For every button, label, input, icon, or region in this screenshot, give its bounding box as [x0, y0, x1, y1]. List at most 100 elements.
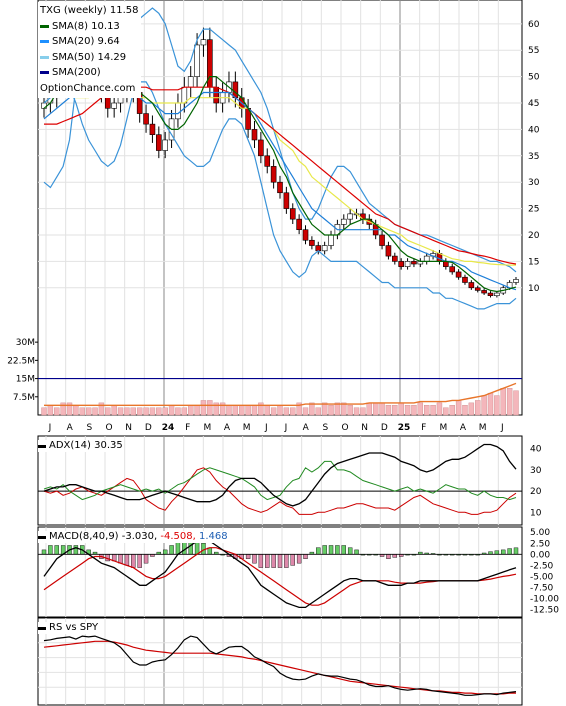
volume-bar — [181, 407, 188, 416]
macd-histogram-bar — [494, 550, 500, 555]
rs-legend: RS vs SPY — [38, 622, 99, 634]
volume-bar — [200, 400, 207, 416]
volume-bar — [443, 407, 449, 416]
volume-bar — [277, 405, 283, 416]
legend-label: SMA(50) 14.29 — [52, 51, 127, 63]
candle-body — [455, 271, 462, 278]
legend-swatch — [40, 40, 49, 44]
price-tick-label: 30 — [528, 178, 540, 188]
volume-bar — [487, 392, 494, 416]
candle-body — [379, 234, 385, 246]
legend-item-sma8: SMA(8) 10.13 — [40, 19, 138, 35]
adx-legend: ADX(14) 30.35 — [38, 440, 123, 452]
legend-item-sma50: SMA(50) 14.29 — [40, 50, 138, 66]
candle-body — [194, 44, 200, 77]
macd-histogram-bar — [245, 554, 251, 559]
volume-bar — [232, 405, 239, 416]
volume-bar — [449, 405, 455, 416]
macd-histogram-bar — [252, 554, 257, 564]
volume-bar — [462, 405, 468, 416]
candle-body — [162, 139, 168, 151]
macd-tick-label: -5.00 — [530, 572, 554, 582]
x-tick-label: J — [284, 423, 288, 433]
volume-average-line — [44, 382, 517, 406]
volume-bar — [424, 405, 430, 416]
price-tick-label: 50 — [528, 73, 540, 83]
candle-body — [423, 255, 430, 262]
legend-swatch — [40, 55, 49, 59]
candle-body — [347, 213, 353, 220]
volume-bar — [315, 407, 321, 416]
volume-bar — [168, 405, 175, 416]
candle-body — [213, 86, 220, 104]
candle-body — [258, 139, 264, 157]
volume-bar — [455, 400, 462, 416]
candle-body — [481, 290, 487, 294]
sma200-line — [44, 86, 517, 265]
macd-histogram-bar — [175, 540, 181, 555]
volume-bar — [245, 405, 251, 416]
legend-item-sma20: SMA(20) 9.64 — [40, 34, 138, 50]
volume-bar — [207, 400, 213, 416]
candle-body — [289, 208, 296, 220]
adx-line — [43, 443, 517, 507]
price-legend: TXG (weekly) 11.58 SMA(8) 10.13 SMA(20) … — [38, 2, 142, 98]
macd-histogram-bar — [124, 554, 130, 566]
price-tick-label: 45 — [528, 99, 539, 109]
candle-body — [404, 261, 411, 267]
macd-histogram-bar — [341, 545, 346, 555]
x-tick-label: N — [361, 423, 368, 433]
volume-bar — [79, 407, 85, 416]
price-tick-label: 60 — [528, 20, 540, 30]
rs-label: RS vs SPY — [49, 622, 99, 633]
legend-label: SMA(8) 10.13 — [52, 20, 120, 32]
candle-body — [411, 261, 417, 265]
macd-histogram-bar — [347, 547, 353, 555]
candle-body — [302, 229, 309, 241]
candle-body — [187, 76, 194, 88]
x-tick-label: S — [86, 423, 92, 433]
volume-bar — [385, 405, 392, 416]
adx-tick-label: 40 — [530, 445, 542, 455]
candle-body — [385, 245, 392, 257]
legend-swatch — [38, 535, 46, 539]
volume-bar — [302, 407, 309, 416]
legend-label: SMA(200) — [52, 67, 101, 78]
candle-body — [149, 123, 156, 135]
volume-bar — [430, 405, 436, 416]
macd-histogram-bar — [354, 549, 359, 555]
x-tick-label: 25 — [398, 423, 411, 433]
candle-body — [398, 261, 404, 267]
x-tick-label: M — [439, 423, 447, 433]
adx-tick-label: 30 — [530, 466, 542, 476]
candle-body — [283, 192, 290, 209]
volume-bar — [290, 407, 296, 416]
macd-histogram-bar — [501, 549, 506, 555]
volume-bar — [328, 405, 334, 416]
x-tick-label: N — [125, 423, 132, 433]
volume-bar — [251, 405, 258, 416]
x-tick-label: A — [67, 423, 74, 433]
volume-bar — [124, 407, 130, 416]
volume-bar — [73, 405, 79, 416]
volume-tick-label: 7.5M — [13, 393, 35, 403]
candle-body — [474, 287, 481, 291]
x-tick-label: A — [460, 423, 467, 433]
volume-bar — [379, 402, 385, 416]
volume-bar — [404, 405, 411, 416]
volume-bar — [264, 405, 270, 416]
price-tick-label: 20 — [528, 231, 540, 241]
volume-bar — [347, 405, 353, 416]
volume-bar — [149, 407, 156, 416]
candle-body — [487, 292, 494, 296]
sma50-line — [75, 91, 516, 266]
candle-body — [296, 218, 302, 231]
price-tick-label: 55 — [528, 46, 539, 56]
volume-tick-label: 15M — [16, 375, 35, 385]
rs-line — [43, 635, 517, 696]
volume-bar — [436, 402, 443, 416]
volume-bar — [475, 400, 481, 416]
macd-tick-label: 5.00 — [530, 528, 550, 538]
volume-bar — [239, 405, 245, 416]
macd-histogram-bar — [271, 554, 276, 568]
